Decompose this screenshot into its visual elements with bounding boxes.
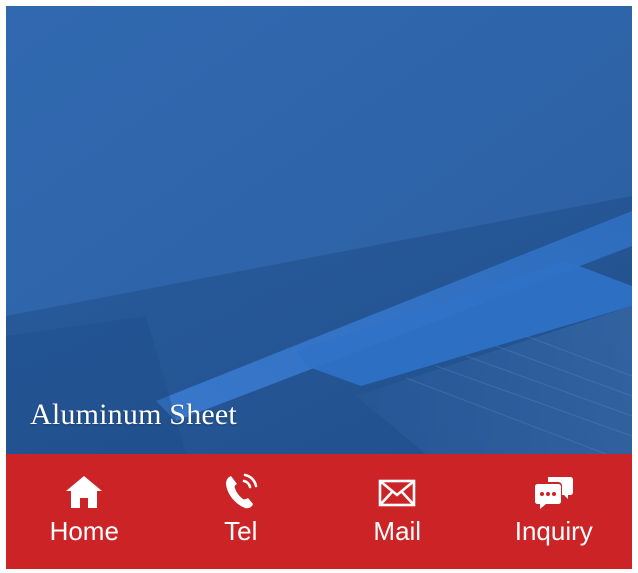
home-icon — [66, 476, 103, 508]
hero-banner[interactable]: Aluminum Sheet — [6, 6, 632, 454]
page-frame: Aluminum Sheet Home Tel Mail Inquiry — [6, 6, 632, 569]
nav-tel-label: Tel — [224, 516, 258, 546]
bottom-nav-bar: Home Tel Mail Inquiry — [6, 454, 632, 569]
nav-home-label: Home — [49, 516, 119, 546]
nav-home-button[interactable]: Home — [6, 454, 163, 569]
nav-inquiry-label: Inquiry — [514, 516, 593, 546]
nav-tel-button[interactable]: Tel — [163, 454, 320, 569]
nav-inquiry-button[interactable]: Inquiry — [476, 454, 633, 569]
hero-caption: Aluminum Sheet — [30, 398, 237, 431]
nav-mail-button[interactable]: Mail — [319, 454, 476, 569]
phone-icon — [225, 473, 258, 509]
envelope-icon — [378, 479, 416, 507]
hero-background-image — [6, 6, 632, 454]
nav-mail-label: Mail — [373, 516, 422, 546]
chat-icon — [534, 477, 573, 509]
